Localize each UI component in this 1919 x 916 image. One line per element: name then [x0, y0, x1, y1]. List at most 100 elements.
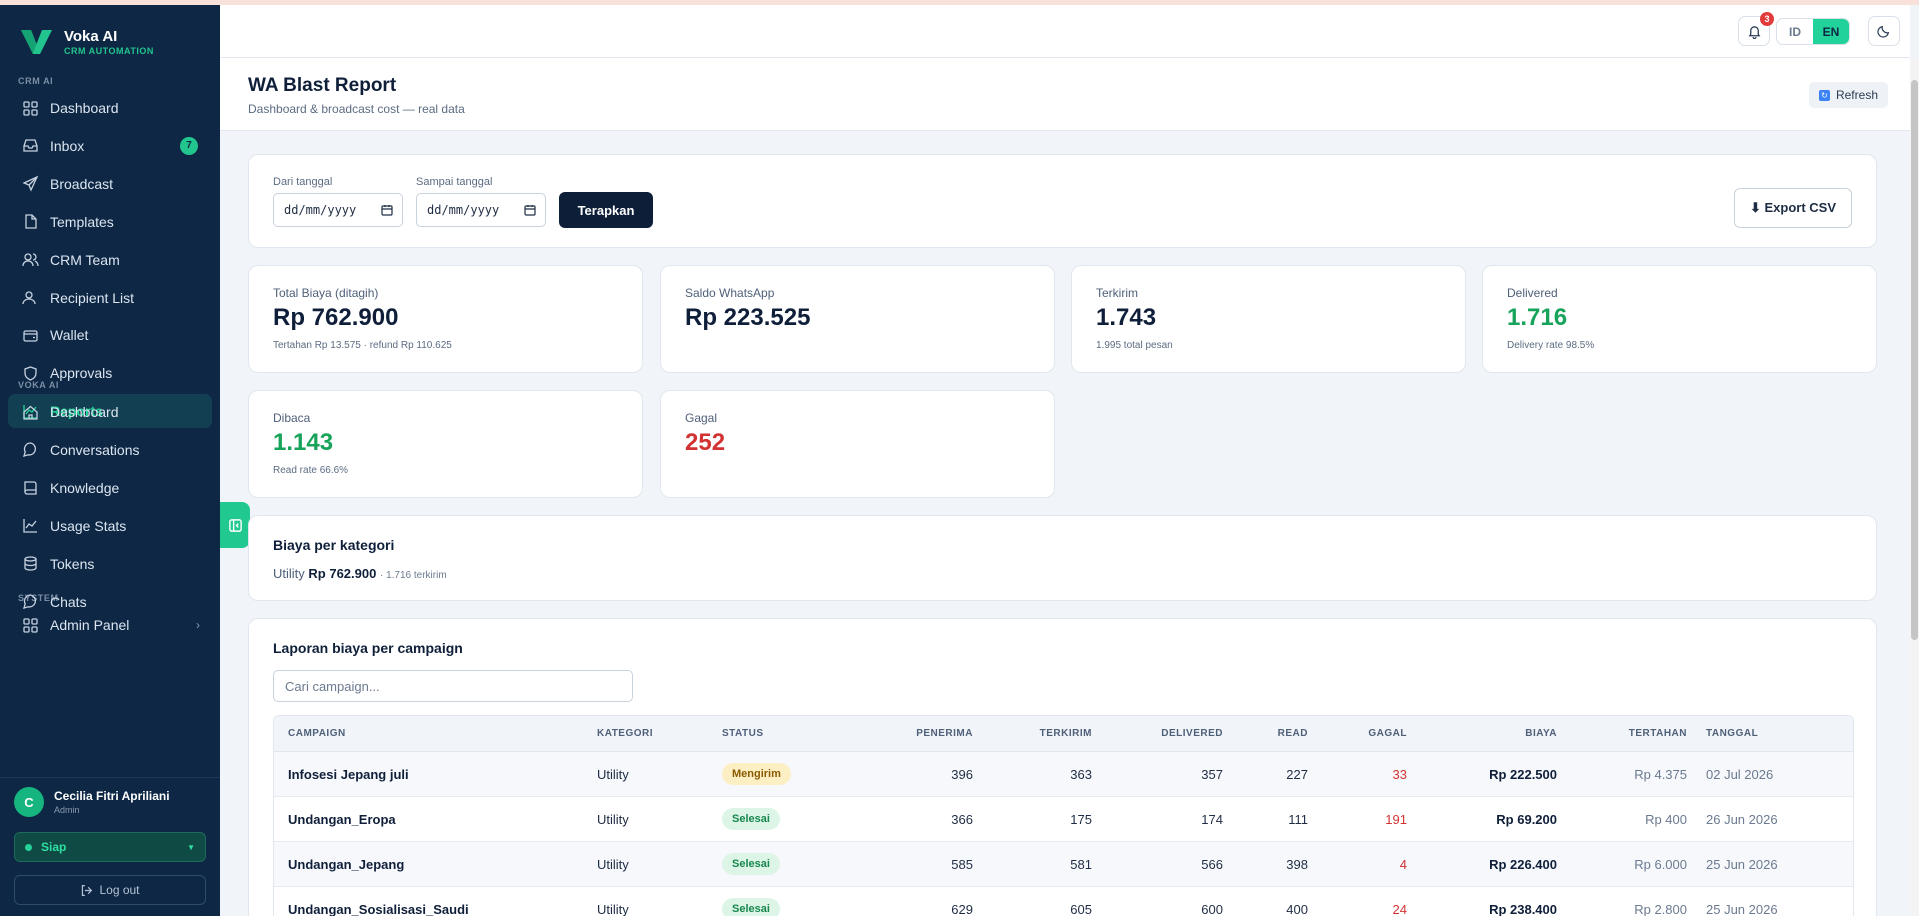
sidebar-item-knowledge[interactable]: Knowledge: [8, 471, 212, 505]
cell-terkirim: 605: [1070, 902, 1092, 916]
cell-tanggal: 02 Jul 2026: [1706, 767, 1774, 782]
theme-toggle-button[interactable]: [1868, 16, 1900, 46]
page-subtitle: Dashboard & broadcast cost — real data: [248, 102, 465, 116]
avatar: C: [14, 787, 44, 817]
table-row[interactable]: Undangan_Sosialisasi_Saudi Utility Selesai…: [274, 887, 1853, 916]
table-row[interactable]: Undangan_Jepang Utility Selesai 585 581 566 39…: [274, 842, 1853, 887]
cell-gagal: 4: [1399, 857, 1407, 872]
column-header-tertahan[interactable]: TERTAHAN: [1629, 728, 1687, 739]
cell-terkirim: 581: [1070, 857, 1092, 872]
campaign-search-input[interactable]: [273, 670, 633, 702]
column-header-read[interactable]: READ: [1278, 728, 1308, 739]
sidebar-item-wallet[interactable]: Wallet: [8, 318, 212, 352]
stat-value: Rp 223.525: [685, 304, 811, 331]
scrollbar-thumb[interactable]: [1911, 80, 1918, 640]
lang-en-button[interactable]: EN: [1813, 19, 1849, 44]
column-header-tanggal[interactable]: TANGGAL: [1706, 728, 1758, 739]
from-date-label: Dari tanggal: [273, 176, 333, 188]
sidebar-item-approvals[interactable]: Approvals: [8, 356, 212, 390]
sidebar-item-dashboard[interactable]: Dashboard: [8, 395, 212, 429]
column-header-status[interactable]: STATUS: [722, 728, 764, 739]
send-icon: [22, 175, 39, 192]
cell-tanggal: 25 Jun 2026: [1706, 902, 1778, 916]
file-icon: [22, 213, 39, 230]
sidebar-item-recipient-list[interactable]: Recipient List: [8, 281, 212, 315]
cell-read: 398: [1286, 857, 1308, 872]
sidebar-item-usage-stats[interactable]: Usage Stats: [8, 509, 212, 543]
to-date-input[interactable]: dd/mm/yyyy: [416, 193, 546, 227]
cell-biaya: Rp 222.500: [1489, 767, 1557, 782]
shield-icon: [22, 365, 39, 382]
user-profile[interactable]: C Cecilia Fitri Apriliani Admin: [14, 787, 170, 817]
stat-subtext: 1.995 total pesan: [1096, 340, 1173, 351]
column-header-terkirim[interactable]: TERKIRIM: [1040, 728, 1092, 739]
logout-label: Log out: [99, 883, 140, 897]
stat-label: Gagal: [685, 411, 718, 425]
inbox-icon: [22, 137, 39, 154]
sidebar-item-crm-team[interactable]: CRM Team: [8, 243, 212, 277]
brand[interactable]: Voka AI CRM AUTOMATION: [20, 27, 154, 57]
status-select[interactable]: Siap ▼: [14, 832, 206, 862]
campaign-report-card: Laporan biaya per campaign CAMPAIGN KATE…: [248, 618, 1877, 916]
cell-penerima: 585: [951, 857, 973, 872]
sidebar-item-label: Tokens: [50, 555, 95, 572]
table-row[interactable]: Infosesi Jepang juli Utility Mengirim 396 36…: [274, 752, 1853, 797]
to-date-value: dd/mm/yyyy: [427, 203, 500, 217]
stat-subtext: Read rate 66.6%: [273, 465, 349, 476]
sidebar-item-broadcast[interactable]: Broadcast: [8, 167, 212, 201]
sidebar-item-label: Wallet: [50, 327, 89, 344]
moon-icon: [1877, 25, 1890, 38]
page-scrollbar[interactable]: [1910, 58, 1919, 916]
stat-value: 252: [685, 429, 726, 456]
notifications-button[interactable]: 3: [1738, 12, 1774, 46]
bell-icon: [1748, 25, 1760, 39]
sidebar-item-tokens[interactable]: Tokens: [8, 547, 212, 581]
category-amount: Rp 762.900: [308, 566, 377, 581]
logout-button[interactable]: Log out: [14, 875, 206, 905]
sidebar-item-badge: 7: [180, 136, 198, 155]
column-header-campaign[interactable]: CAMPAIGN: [288, 728, 346, 739]
calendar-icon: [524, 205, 536, 216]
column-header-biaya[interactable]: BIAYA: [1525, 728, 1557, 739]
cell-biaya: Rp 238.400: [1489, 902, 1557, 916]
cell-kategori: Utility: [597, 812, 629, 827]
cell-penerima: 629: [951, 902, 973, 916]
cell-delivered: 566: [1201, 857, 1223, 872]
sidebar-item-inbox[interactable]: Inbox 7: [8, 129, 212, 163]
cell-read: 400: [1286, 902, 1308, 916]
stat-label: Total Biaya (ditagih): [273, 286, 379, 300]
database-icon: [22, 555, 39, 572]
lang-id-button[interactable]: ID: [1777, 19, 1813, 44]
sidebar-item-label: CRM Team: [50, 251, 120, 268]
sidebar-item-admin-panel[interactable]: Admin Panel ›: [8, 608, 212, 642]
stat-card-whatsapp-balance: Saldo WhatsApp Rp 223.525: [660, 265, 1055, 373]
sidebar-item-conversations[interactable]: Conversations: [8, 433, 212, 467]
sidebar-collapse-button[interactable]: [220, 502, 250, 548]
sidebar-item-templates[interactable]: Templates: [8, 205, 212, 239]
stat-card-failed: Gagal 252: [660, 390, 1055, 498]
refresh-button[interactable]: ↻ Refresh: [1808, 82, 1888, 108]
apply-filter-button[interactable]: Terapkan: [559, 192, 653, 228]
table-row[interactable]: Undangan_Eropa Utility Selesai 366 175 174 111…: [274, 797, 1853, 842]
sidebar: Voka AI CRM AUTOMATION CRM AI VOKA AI SY…: [0, 5, 220, 916]
cell-terkirim: 175: [1070, 812, 1092, 827]
notification-badge: 3: [1760, 12, 1774, 26]
export-csv-button[interactable]: ⬇ Export CSV: [1734, 188, 1852, 228]
sidebar-item-label: Conversations: [50, 441, 140, 458]
column-header-gagal[interactable]: GAGAL: [1368, 728, 1407, 739]
cell-campaign: Undangan_Jepang: [288, 857, 405, 872]
sidebar-item-label: Templates: [50, 213, 114, 230]
user-role: Admin: [54, 805, 80, 815]
column-header-penerima[interactable]: PENERIMA: [916, 728, 973, 739]
column-header-delivered[interactable]: DELIVERED: [1161, 728, 1223, 739]
column-header-kategori[interactable]: KATEGORI: [597, 728, 653, 739]
status-badge: Selesai: [722, 853, 780, 875]
brand-name: Voka AI: [64, 27, 118, 45]
sidebar-item-label: Dashboard: [50, 100, 119, 116]
stat-value: 1.143: [273, 429, 334, 456]
page-title: WA Blast Report: [248, 75, 397, 96]
sidebar-item-dashboard[interactable]: Dashboard: [8, 91, 212, 125]
table-header: CAMPAIGN KATEGORI STATUS PENERIMA TERKIR…: [274, 716, 1853, 752]
from-date-input[interactable]: dd/mm/yyyy: [273, 193, 403, 227]
status-dot-icon: [25, 843, 32, 851]
